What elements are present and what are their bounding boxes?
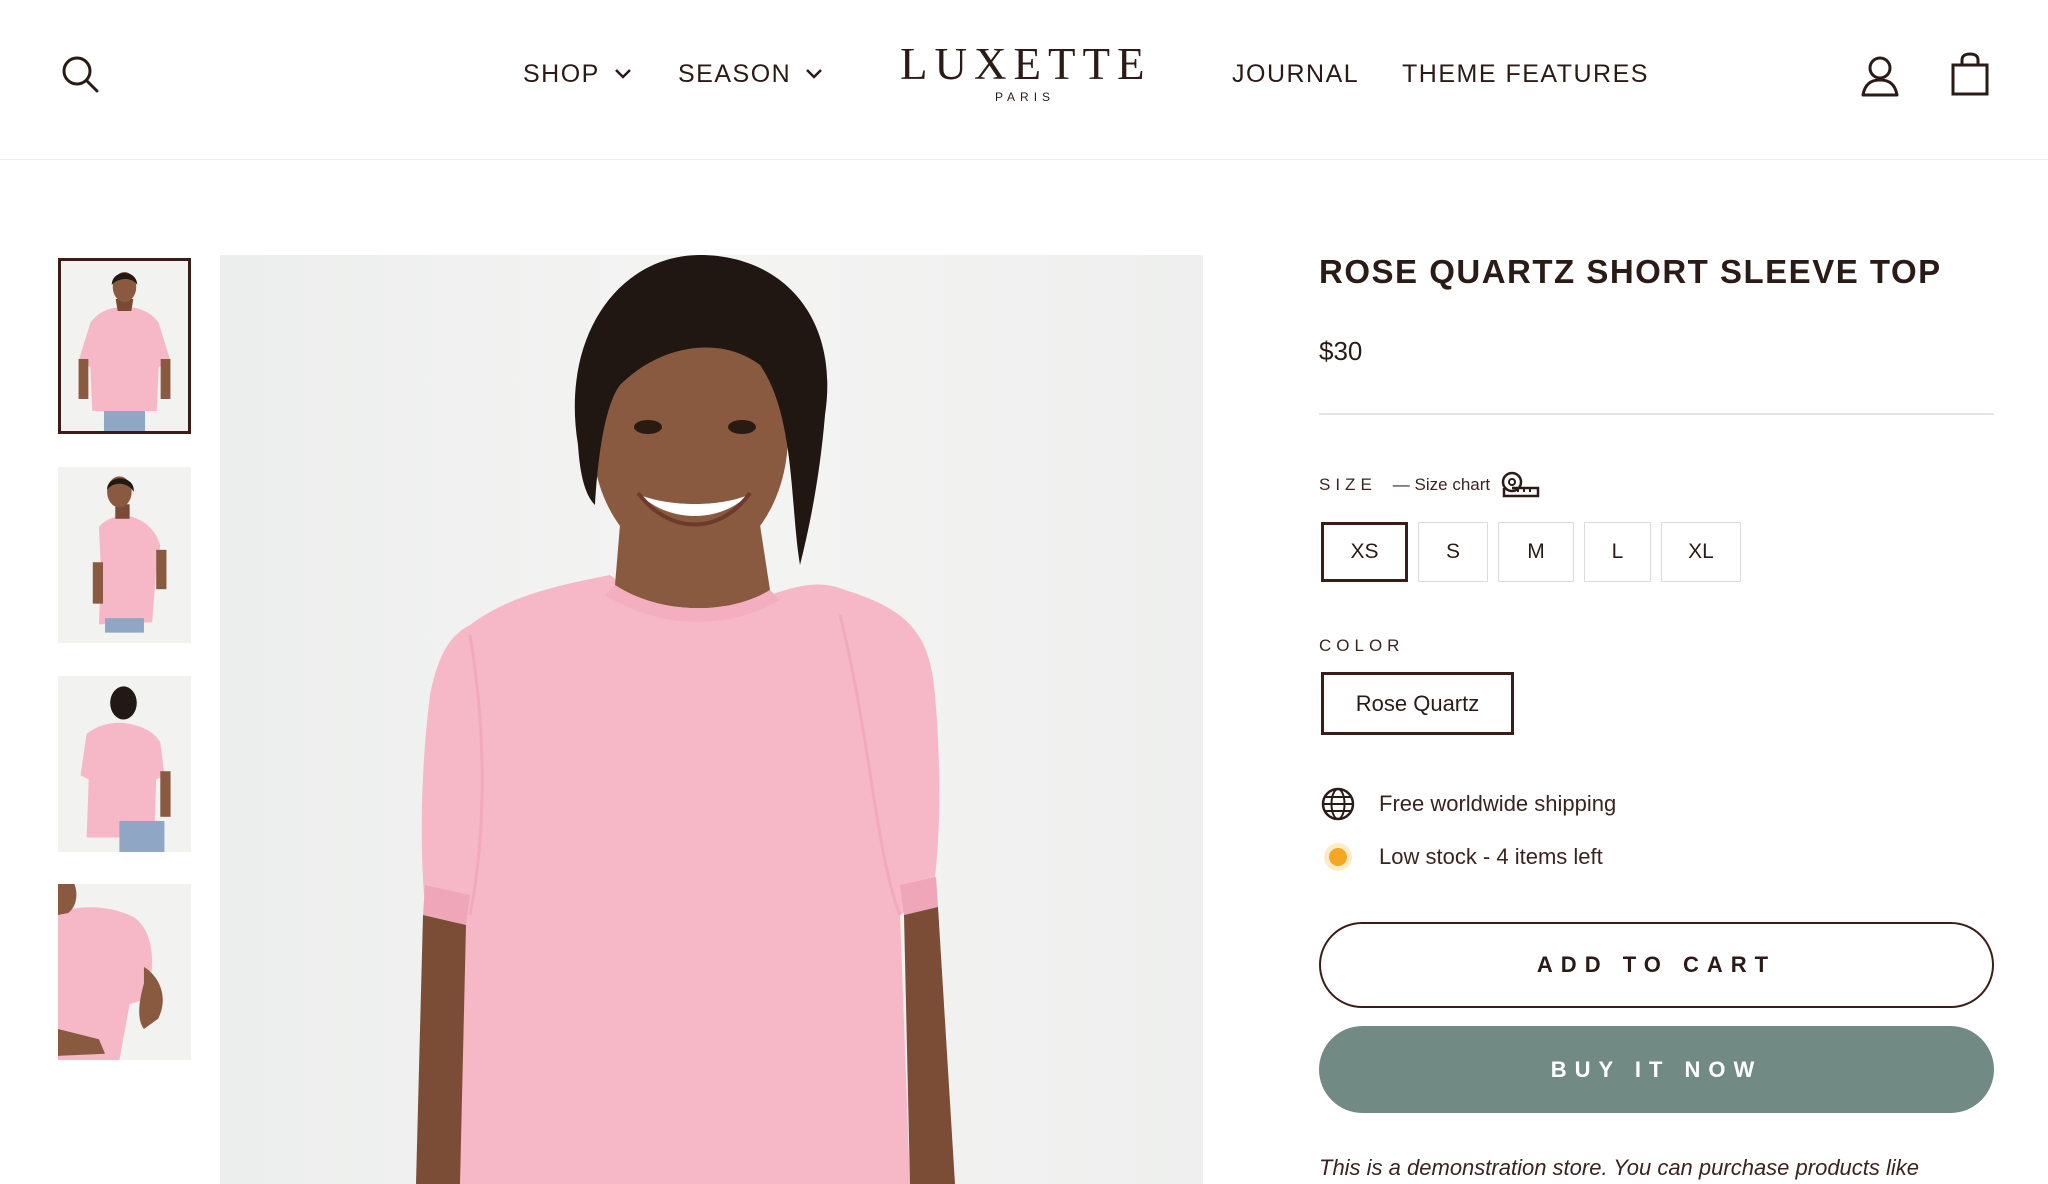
size-option-header: SIZE — Size chart	[1319, 470, 1540, 500]
size-option-s[interactable]: S	[1418, 522, 1488, 582]
nav-theme-features-label: THEME FEATURES	[1402, 59, 1649, 88]
size-option-xl[interactable]: XL	[1661, 522, 1741, 582]
logo-tagline: PARIS	[994, 90, 1056, 104]
product-photo	[220, 255, 1203, 1184]
add-to-cart-button[interactable]: ADD TO CART	[1319, 922, 1994, 1008]
size-chart-label: — Size chart	[1392, 475, 1491, 494]
product-thumbnail-image	[61, 261, 188, 431]
nav-shop-label: SHOP	[523, 59, 600, 88]
stock-dot-icon	[1319, 838, 1357, 876]
nav-season[interactable]: SEASON	[678, 56, 823, 92]
product-main-image[interactable]	[220, 255, 1203, 1184]
product-thumbnail-image	[58, 676, 191, 852]
size-option-xs[interactable]: XS	[1321, 522, 1408, 582]
shipping-text: Free worldwide shipping	[1379, 791, 1617, 816]
demo-store-notice: This is a demonstration store. You can p…	[1319, 1155, 1920, 1180]
size-option-m[interactable]: M	[1498, 522, 1574, 582]
nav-journal-label: JOURNAL	[1232, 59, 1360, 88]
account-button[interactable]	[1856, 50, 1904, 102]
nav-journal[interactable]: JOURNAL	[1232, 56, 1359, 92]
gallery-thumbnail-3[interactable]	[58, 676, 191, 852]
size-chart-link[interactable]: — Size chart	[1393, 470, 1540, 500]
gallery-thumbnail-2[interactable]	[58, 467, 191, 643]
size-option-l[interactable]: L	[1584, 522, 1651, 582]
gallery-thumbnail-1[interactable]	[58, 258, 191, 434]
product-thumbnail-image	[58, 467, 191, 643]
user-icon	[1861, 56, 1899, 97]
size-label: SIZE	[1319, 475, 1377, 494]
color-option-rose-quartz[interactable]: Rose Quartz	[1321, 672, 1514, 735]
nav-season-label: SEASON	[678, 59, 792, 88]
logo-wordmark: LUXETTE	[900, 39, 1152, 89]
cart-button[interactable]	[1946, 48, 1994, 100]
nav-shop[interactable]: SHOP	[523, 56, 632, 92]
color-label: COLOR	[1319, 636, 1405, 655]
buy-it-now-button[interactable]: BUY IT NOW	[1319, 1026, 1994, 1113]
tape-measure-icon	[1500, 470, 1540, 500]
size-options: XS S M L XL	[1321, 522, 1741, 582]
search-icon	[62, 56, 99, 93]
shopping-bag-icon	[1951, 52, 1989, 96]
shipping-info: Free worldwide shipping	[1319, 785, 1616, 823]
chevron-down-icon	[805, 68, 823, 80]
product-price: $30	[1319, 336, 1363, 366]
product-title: ROSE QUARTZ SHORT SLEEVE TOP	[1319, 253, 1942, 290]
stock-text: Low stock - 4 items left	[1379, 844, 1603, 869]
site-header: SHOP SEASON LUXETTE PARIS JOURNAL THEME …	[0, 0, 2048, 160]
stock-info: Low stock - 4 items left	[1319, 838, 1603, 876]
chevron-down-icon	[614, 68, 632, 80]
nav-theme-features[interactable]: THEME FEATURES	[1402, 56, 1649, 92]
globe-icon	[1319, 785, 1357, 823]
divider	[1319, 413, 1994, 415]
site-logo[interactable]: LUXETTE PARIS	[900, 40, 1150, 104]
product-thumbnail-image	[58, 884, 191, 1060]
gallery-thumbnail-4[interactable]	[58, 884, 191, 1060]
search-button[interactable]	[56, 50, 104, 98]
